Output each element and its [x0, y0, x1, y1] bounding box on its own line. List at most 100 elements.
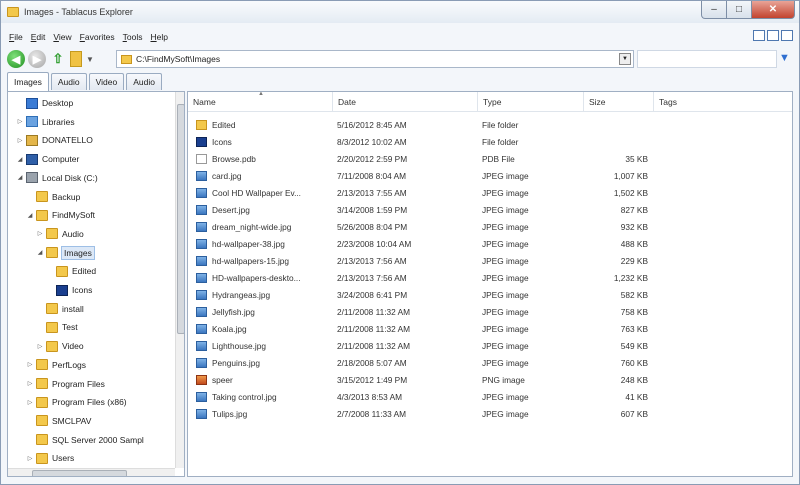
- layout-single-icon[interactable]: [753, 30, 765, 41]
- file-row[interactable]: Cool HD Wallpaper Ev... 2/13/2013 7:55 AM…: [188, 184, 788, 201]
- expand-toggle-icon[interactable]: ▷: [26, 399, 34, 406]
- file-row[interactable]: Taking control.jpg 4/3/2013 8:53 AM JPEG i…: [188, 388, 788, 405]
- tab-video[interactable]: Video: [88, 73, 125, 90]
- file-row[interactable]: HD-wallpapers-deskto... 2/13/2013 7:56 AM…: [188, 269, 788, 286]
- minimize-button[interactable]: –: [701, 1, 727, 19]
- title-bar: Images - Tablacus Explorer: [1, 1, 799, 23]
- file-row[interactable]: hd-wallpaper-38.jpg 2/23/2008 10:04 AM JPE…: [188, 235, 788, 252]
- scrollbar-thumb[interactable]: [177, 104, 184, 334]
- tab-audio[interactable]: Audio: [50, 73, 87, 90]
- history-dropdown-icon[interactable]: ▼: [86, 55, 94, 64]
- expand-toggle-icon[interactable]: ▷: [26, 455, 34, 462]
- layout-quad-icon[interactable]: [781, 30, 793, 41]
- file-date: 2/11/2008 11:32 AM: [337, 340, 411, 351]
- libraries-icon: [26, 116, 38, 128]
- expand-toggle-icon[interactable]: ◢: [16, 174, 24, 181]
- column-header-name[interactable]: Name ▲: [188, 92, 333, 112]
- menu-favorites[interactable]: Favorites: [80, 32, 115, 42]
- jpeg-icon: [196, 255, 207, 266]
- jpeg-icon: [196, 306, 207, 317]
- address-dropdown-button[interactable]: ▼: [619, 53, 631, 65]
- menu-tools[interactable]: Tools: [123, 32, 143, 42]
- column-header-type[interactable]: Type: [478, 92, 584, 112]
- file-row[interactable]: Edited 5/16/2012 8:45 AM File folder: [188, 116, 788, 133]
- tree-horizontal-scrollbar[interactable]: [8, 468, 175, 476]
- menu-view[interactable]: View: [53, 32, 71, 42]
- file-row[interactable]: Icons 8/3/2012 10:02 AM File folder: [188, 133, 788, 150]
- file-row[interactable]: card.jpg 7/11/2008 8:04 AM JPEG image 1,007…: [188, 167, 788, 184]
- expand-toggle-icon[interactable]: ▷: [26, 380, 34, 387]
- tree-item-label: Libraries: [42, 116, 75, 127]
- forward-button[interactable]: ▶: [28, 50, 46, 68]
- tab-images[interactable]: Images: [7, 72, 49, 91]
- column-header-date[interactable]: Date: [333, 92, 478, 112]
- tree-item[interactable]: ▷ Program Files (x86): [26, 393, 127, 411]
- file-row[interactable]: Tulips.jpg 2/7/2008 11:33 AM JPEG image 607…: [188, 405, 788, 422]
- folder-icon: [46, 303, 58, 315]
- expand-toggle-icon[interactable]: ▷: [26, 361, 34, 368]
- close-button[interactable]: ✕: [751, 1, 795, 19]
- file-row[interactable]: Jellyfish.jpg 2/11/2008 11:32 AM JPEG imag…: [188, 303, 788, 320]
- back-button[interactable]: ◀: [7, 50, 25, 68]
- column-header-tags[interactable]: Tags: [654, 92, 792, 112]
- expand-toggle-icon[interactable]: ▷: [16, 118, 24, 125]
- tab-audio-2[interactable]: Audio: [126, 73, 162, 90]
- tree-item[interactable]: ▷ Program Files: [26, 375, 105, 393]
- tree-item[interactable]: Icons: [46, 281, 92, 299]
- file-row[interactable]: speer 3/15/2012 1:49 PM PNG image 248 KB: [188, 371, 788, 388]
- tree-item[interactable]: Test: [36, 318, 78, 336]
- tree-item[interactable]: ▷ DONATELLO: [16, 131, 93, 149]
- tree-item[interactable]: SMCLPAV: [26, 412, 91, 430]
- tree-item[interactable]: ◢ FindMySoft: [26, 206, 95, 224]
- file-row[interactable]: Lighthouse.jpg 2/11/2008 11:32 AM JPEG ima…: [188, 337, 788, 354]
- tree-item[interactable]: ▷ Libraries: [16, 113, 75, 131]
- window-title: Images - Tablacus Explorer: [24, 7, 133, 17]
- bookmark-icon[interactable]: [70, 51, 82, 67]
- tree-item[interactable]: install: [36, 300, 84, 318]
- column-header-size[interactable]: Size: [584, 92, 654, 112]
- tree-item[interactable]: ▷ Audio: [36, 225, 84, 243]
- file-row[interactable]: dream_night-wide.jpg 5/26/2008 8:04 PM JPE…: [188, 218, 788, 235]
- tree-item[interactable]: SQL Server 2000 Sampl: [26, 431, 144, 449]
- up-button[interactable]: ⇧: [49, 50, 67, 68]
- file-row[interactable]: hd-wallpapers-15.jpg 2/13/2013 7:56 AM JPE…: [188, 252, 788, 269]
- tree-item[interactable]: Edited: [46, 262, 96, 280]
- file-row[interactable]: Penguins.jpg 2/18/2008 5:07 AM JPEG image 7…: [188, 354, 788, 371]
- expand-toggle-icon[interactable]: ◢: [36, 249, 44, 256]
- tree-item[interactable]: Desktop: [16, 94, 73, 112]
- address-bar[interactable]: C:\FindMySoft\Images ▼: [116, 50, 634, 68]
- menu-edit[interactable]: Edit: [31, 32, 46, 42]
- tree-item[interactable]: ▷ Users: [26, 449, 74, 467]
- file-row[interactable]: Hydrangeas.jpg 3/24/2008 6:41 PM JPEG imag…: [188, 286, 788, 303]
- file-size: 763 KB: [620, 323, 648, 334]
- tree-item[interactable]: ▷ Video: [36, 337, 84, 355]
- folder-icon: [36, 209, 48, 221]
- menu-file[interactable]: File: [9, 32, 23, 42]
- tree-item[interactable]: ◢ Local Disk (C:): [16, 169, 98, 187]
- tree-item[interactable]: ◢ Images: [36, 244, 95, 262]
- expand-toggle-icon[interactable]: ◢: [26, 212, 34, 219]
- filter-icon[interactable]: ▼: [779, 52, 790, 64]
- file-row[interactable]: Koala.jpg 2/11/2008 11:32 AM JPEG image 763…: [188, 320, 788, 337]
- tree-item[interactable]: ▷ PerfLogs: [26, 356, 86, 374]
- folder-icon: [36, 359, 48, 371]
- tree-item-label: Program Files: [52, 378, 105, 389]
- layout-split-icon[interactable]: [767, 30, 779, 41]
- scrollbar-thumb[interactable]: [32, 470, 127, 476]
- tree-item[interactable]: Backup: [26, 188, 80, 206]
- expand-toggle-icon[interactable]: ◢: [16, 156, 24, 163]
- file-list: Name ▲ Date Type Size Tags Edited 5/16/20…: [187, 91, 793, 477]
- expand-toggle-icon[interactable]: ▷: [36, 343, 44, 350]
- expand-toggle-icon[interactable]: ▷: [16, 137, 24, 144]
- file-row[interactable]: Browse.pdb 2/20/2012 2:59 PM PDB File 35 KB: [188, 150, 788, 167]
- search-input[interactable]: [637, 50, 777, 68]
- tree-item[interactable]: ◢ Computer: [16, 150, 79, 168]
- maximize-button[interactable]: □: [726, 1, 752, 19]
- menu-help[interactable]: Help: [150, 32, 167, 42]
- file-row[interactable]: Desert.jpg 3/14/2008 1:59 PM JPEG image 827…: [188, 201, 788, 218]
- expand-toggle-icon[interactable]: ▷: [36, 230, 44, 237]
- menu-bar: File Edit View Favorites Tools Help: [1, 30, 799, 44]
- jpeg-icon: [196, 187, 207, 198]
- file-size: 582 KB: [620, 289, 648, 300]
- tree-vertical-scrollbar[interactable]: [175, 92, 184, 468]
